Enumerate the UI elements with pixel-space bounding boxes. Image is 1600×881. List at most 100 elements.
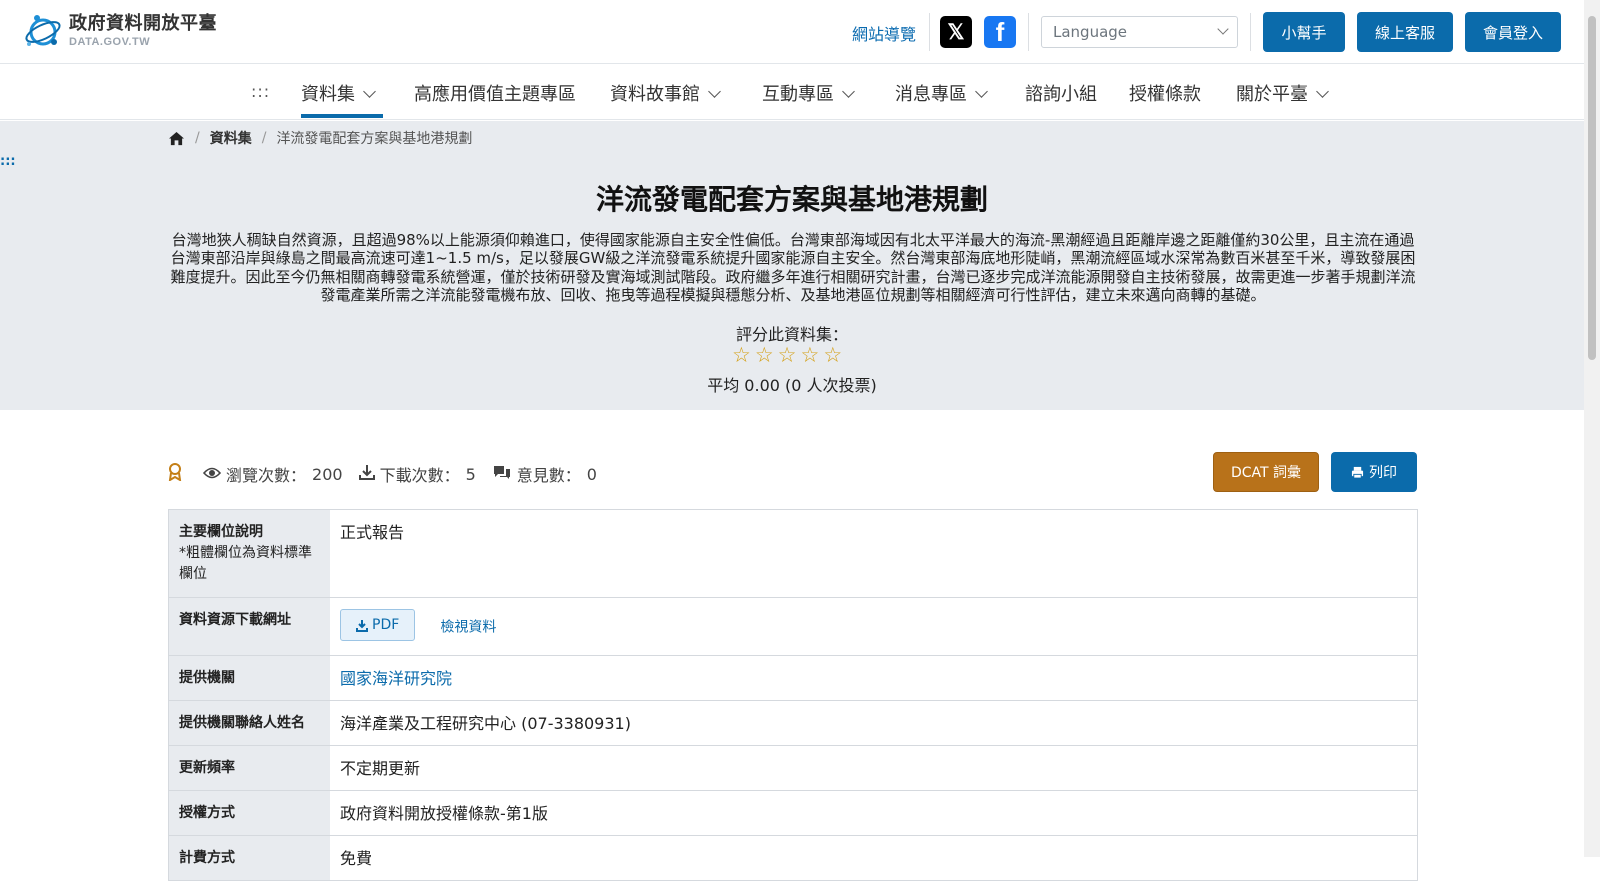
- row-value: 國家海洋研究院: [330, 656, 1417, 700]
- nav-item-label: 關於平臺: [1236, 84, 1308, 105]
- site-logo[interactable]: 政府資料開放平臺 DATA.GOV.TW: [23, 11, 217, 51]
- downloads-label: 下載次數：: [379, 466, 460, 485]
- star-icon[interactable]: ☆: [732, 345, 751, 366]
- table-row: 主要欄位說明 *粗體欄位為資料標準欄位 正式報告: [169, 510, 1417, 598]
- row-label: 計費方式: [169, 836, 330, 880]
- download-icon: [356, 619, 368, 632]
- views-label: 瀏覽次數：: [226, 466, 307, 485]
- table-row: 資料資源下載網址 PDF 檢視資料: [169, 598, 1417, 656]
- row-label-text: 主要欄位說明: [179, 524, 263, 540]
- row-value: 政府資料開放授權條款-第1版: [340, 804, 548, 823]
- download-icon: [358, 464, 375, 484]
- star-icon[interactable]: ☆: [778, 345, 797, 366]
- nav-item-high-value[interactable]: 高應用價值主題專區: [414, 80, 576, 106]
- member-login-button[interactable]: 會員登入: [1465, 12, 1561, 52]
- nav-item-license[interactable]: 授權條款: [1129, 80, 1201, 106]
- chevron-down-icon: [708, 85, 721, 98]
- row-label: 提供機關: [169, 656, 330, 700]
- nav-item-datasets[interactable]: 資料集: [301, 80, 376, 106]
- chevron-down-icon: [842, 85, 855, 98]
- table-row: 授權方式 政府資料開放授權條款-第1版: [169, 791, 1417, 836]
- home-icon[interactable]: [168, 131, 185, 146]
- x-twitter-icon[interactable]: 𝕏: [940, 16, 972, 48]
- nav-item-interactive[interactable]: 互動專區: [762, 80, 855, 106]
- nav-item-advisory[interactable]: 諮詢小組: [1025, 80, 1097, 106]
- nav-item-news[interactable]: 消息專區: [895, 80, 988, 106]
- row-label: 提供機關聯絡人姓名: [169, 701, 330, 745]
- accesskey-dots[interactable]: :::: [251, 82, 270, 101]
- star-icon[interactable]: ☆: [755, 345, 774, 366]
- chevron-down-icon: [1316, 85, 1329, 98]
- award-icon: [168, 463, 182, 485]
- downloads-count: 5: [465, 464, 476, 484]
- pdf-label: PDF: [372, 616, 400, 633]
- star-icon[interactable]: ☆: [823, 345, 842, 366]
- table-row: 更新頻率 不定期更新: [169, 746, 1417, 791]
- row-label: 資料資源下載網址: [169, 598, 330, 655]
- chevron-down-icon: [975, 85, 988, 98]
- accesskey-dots[interactable]: :::: [0, 154, 16, 169]
- eye-icon: [202, 465, 222, 484]
- main-nav: ::: 資料集 高應用價值主題專區 資料故事館 互動專區 消息專區 諮詢小組 授…: [0, 64, 1584, 120]
- rating-summary: 平均 0.00 (0 人次投票): [707, 376, 877, 395]
- pdf-download-button[interactable]: PDF: [340, 609, 416, 641]
- active-nav-indicator: [301, 114, 383, 118]
- facebook-icon[interactable]: f: [984, 16, 1016, 48]
- page-title: 洋流發電配套方案與基地港規劃: [595, 183, 988, 216]
- row-value: 正式報告: [340, 523, 405, 542]
- logo-icon: [25, 15, 61, 46]
- breadcrumb-current: 洋流發電配套方案與基地港規劃: [276, 131, 473, 147]
- table-row: 計費方式 免費: [169, 836, 1417, 881]
- divider: [1250, 13, 1251, 51]
- page-scrollbar[interactable]: [1584, 0, 1600, 857]
- nav-item-label: 資料集: [301, 84, 355, 105]
- row-label: 更新頻率: [169, 746, 330, 790]
- breadcrumb-datasets[interactable]: 資料集: [210, 128, 252, 148]
- online-support-button[interactable]: 線上客服: [1357, 12, 1453, 52]
- printer-icon: [1351, 466, 1364, 479]
- comments-label: 意見數：: [516, 466, 581, 485]
- site-header: 政府資料開放平臺 DATA.GOV.TW 網站導覽 𝕏 f Language 小…: [0, 0, 1584, 64]
- row-label: 授權方式: [169, 791, 330, 835]
- comments-icon: [492, 464, 512, 484]
- language-select[interactable]: Language: [1041, 16, 1238, 48]
- nav-item-label: 諮詢小組: [1025, 84, 1097, 105]
- sitemap-link[interactable]: 網站導覽: [852, 21, 916, 45]
- nav-item-stories[interactable]: 資料故事館: [610, 80, 721, 106]
- row-label-note: *粗體欄位為資料標準欄位: [179, 545, 312, 582]
- table-row: 提供機關聯絡人姓名 海洋產業及工程研究中心 (07-3380931): [169, 701, 1417, 746]
- divider: [929, 13, 930, 51]
- breadcrumb-separator: /: [195, 130, 200, 146]
- nav-item-label: 資料故事館: [610, 84, 700, 105]
- views-count: 200: [312, 464, 343, 484]
- dataset-info-table: 主要欄位說明 *粗體欄位為資料標準欄位 正式報告 資料資源下載網址 PDF 檢視…: [168, 509, 1418, 881]
- scrollbar-thumb[interactable]: [1588, 16, 1596, 360]
- comments-count: 0: [586, 464, 597, 484]
- rating-stars[interactable]: ☆ ☆ ☆ ☆ ☆: [732, 345, 842, 366]
- logo-title: 政府資料開放平臺: [69, 12, 217, 34]
- nav-item-label: 互動專區: [762, 84, 834, 105]
- nav-item-about[interactable]: 關於平臺: [1236, 80, 1329, 106]
- agency-link[interactable]: 國家海洋研究院: [340, 669, 452, 688]
- logo-subtitle: DATA.GOV.TW: [69, 35, 151, 48]
- row-value: 不定期更新: [340, 759, 421, 778]
- divider: [1028, 13, 1029, 51]
- dataset-hero: ::: / 資料集 / 洋流發電配套方案與基地港規劃 洋流發電配套方案與基地港規…: [0, 121, 1584, 410]
- dcat-button[interactable]: DCAT 詞彙: [1213, 452, 1319, 492]
- rating-label: 評分此資料集：: [735, 325, 848, 344]
- nav-item-label: 消息專區: [895, 84, 967, 105]
- star-icon[interactable]: ☆: [800, 345, 819, 366]
- row-value: PDF 檢視資料: [330, 598, 1417, 655]
- table-row: 提供機關 國家海洋研究院: [169, 656, 1417, 701]
- breadcrumb-separator: /: [261, 130, 267, 146]
- view-data-link[interactable]: 檢視資料: [440, 620, 496, 636]
- helper-button[interactable]: 小幫手: [1263, 12, 1345, 52]
- nav-item-label: 授權條款: [1129, 84, 1201, 105]
- dataset-stats: 瀏覽次數： 200 下載次數： 5 意見數： 0: [168, 462, 597, 486]
- print-button[interactable]: 列印: [1331, 452, 1417, 492]
- chevron-down-icon: [1217, 23, 1229, 35]
- dataset-description: 台灣地狹人稠缺自然資源，且超過98%以上能源須仰賴進口，使得國家能源自主安全性偏…: [170, 231, 1416, 305]
- row-value: 海洋產業及工程研究中心 (07-3380931): [340, 714, 631, 733]
- breadcrumb: / 資料集 / 洋流發電配套方案與基地港規劃: [168, 128, 472, 148]
- chevron-down-icon: [363, 85, 376, 98]
